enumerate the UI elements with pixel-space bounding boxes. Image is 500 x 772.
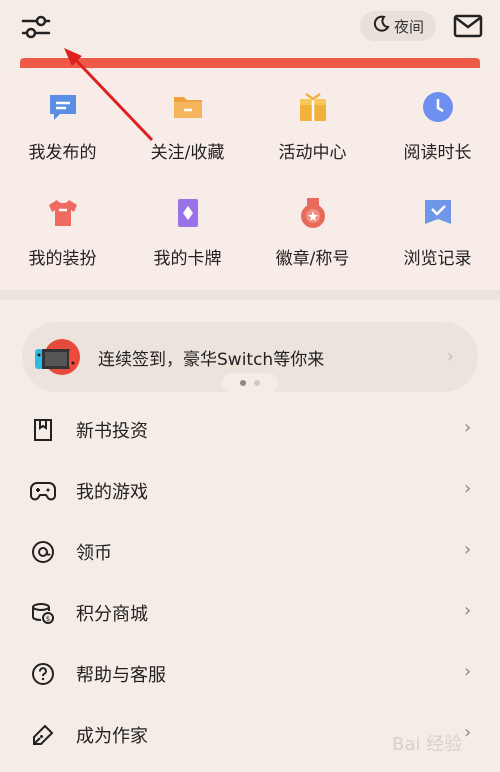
settings-icon[interactable] (20, 12, 52, 42)
chevron-right-icon: › (464, 539, 472, 560)
promo-banner-strip[interactable] (20, 58, 480, 68)
menu-label: 帮助与客服 (76, 665, 166, 686)
night-mode-button[interactable]: 夜间 (360, 11, 436, 41)
folder-icon (171, 90, 205, 124)
medal-icon (296, 196, 330, 230)
bookmark-icon (30, 417, 56, 443)
grid-label: 关注/收藏 (150, 143, 225, 163)
menu-label: 新书投资 (76, 421, 148, 442)
grid-label: 浏览记录 (403, 249, 472, 269)
menu-item-claim-coins[interactable]: 领币 › (0, 521, 500, 582)
chevron-right-icon: › (446, 346, 454, 367)
clock-icon (421, 90, 455, 124)
section-divider (0, 290, 500, 300)
feature-grid: 我发布的 关注/收藏 活动中心 阅读时长 我的装扮 我的卡牌 徽章/称号 浏览记… (0, 68, 500, 290)
grid-label: 我发布的 (28, 143, 97, 163)
grid-item-reading-time[interactable]: 阅读时长 (375, 68, 500, 168)
menu-item-my-games[interactable]: 我的游戏 › (0, 460, 500, 521)
grid-item-my-posts[interactable]: 我发布的 (0, 68, 125, 168)
carousel-dot-active[interactable] (240, 380, 246, 386)
grid-item-follow-collect[interactable]: 关注/收藏 (125, 68, 250, 168)
card-icon (171, 196, 205, 230)
menu-label: 积分商城 (76, 604, 148, 625)
grid-item-my-cards[interactable]: 我的卡牌 (125, 174, 250, 274)
grid-item-history[interactable]: 浏览记录 (375, 174, 500, 274)
switch-console-icon (32, 337, 82, 377)
message-icon (46, 90, 80, 124)
chevron-right-icon: › (464, 417, 472, 438)
menu-label: 我的游戏 (76, 482, 148, 503)
carousel-pagination (222, 373, 278, 393)
grid-item-badges-titles[interactable]: 徽章/称号 (250, 174, 375, 274)
grid-item-my-outfits[interactable]: 我的装扮 (0, 174, 125, 274)
top-bar: 夜间 (0, 0, 500, 56)
grid-label: 我的卡牌 (153, 249, 222, 269)
signin-banner-text: 连续签到，豪华Switch等你来 (98, 350, 325, 370)
watermark-text: Bai 经验 (392, 734, 462, 755)
coin-icon (30, 539, 56, 565)
chevron-right-icon: › (464, 478, 472, 499)
chevron-right-icon: › (464, 661, 472, 682)
moon-icon (372, 15, 390, 37)
grid-label: 活动中心 (278, 143, 347, 163)
grid-label: 我的装扮 (28, 249, 97, 269)
grid-label: 徽章/称号 (275, 249, 350, 269)
points-icon: $ (30, 600, 56, 626)
pen-icon (30, 722, 56, 748)
gift-icon (296, 90, 330, 124)
grid-label: 阅读时长 (403, 143, 472, 163)
menu-label: 成为作家 (76, 726, 148, 747)
menu-item-new-book-invest[interactable]: 新书投资 › (0, 399, 500, 460)
help-icon (30, 661, 56, 687)
menu-item-points-mall[interactable]: $ 积分商城 › (0, 582, 500, 643)
baidu-watermark: Bai 经验 (388, 722, 488, 762)
grid-item-events[interactable]: 活动中心 (250, 68, 375, 168)
history-icon (421, 196, 455, 230)
mail-icon[interactable] (453, 14, 483, 38)
chevron-right-icon: › (464, 600, 472, 621)
carousel-dot[interactable] (254, 380, 260, 386)
menu-item-help-support[interactable]: 帮助与客服 › (0, 643, 500, 704)
svg-text:$: $ (46, 615, 50, 623)
night-mode-label: 夜间 (393, 17, 424, 36)
shirt-icon (46, 196, 80, 230)
gamepad-icon (30, 478, 56, 504)
menu-label: 领币 (76, 543, 112, 564)
